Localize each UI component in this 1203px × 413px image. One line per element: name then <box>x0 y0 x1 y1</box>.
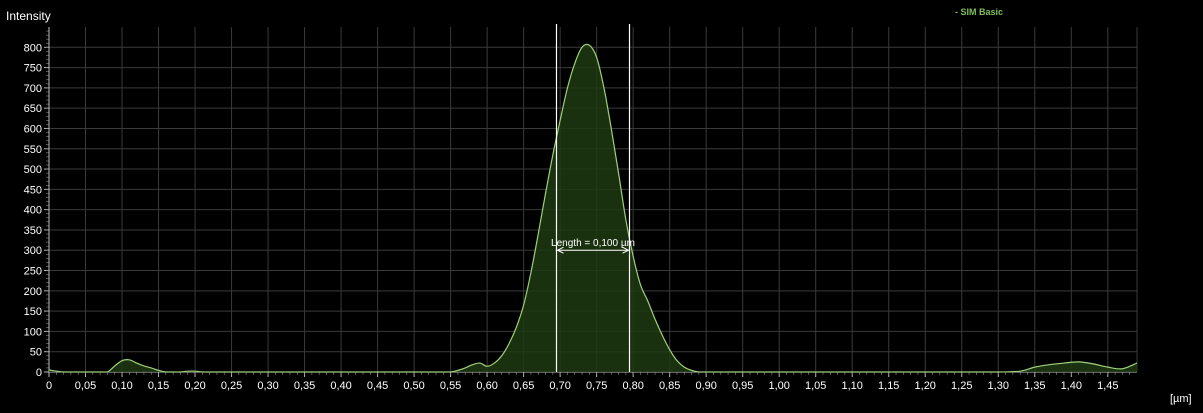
x-tick-label: 0,20 <box>184 380 205 392</box>
x-tick-label: 0,15 <box>148 380 169 392</box>
x-tick-label: 0,40 <box>330 380 351 392</box>
x-tick-label: 0,80 <box>622 380 643 392</box>
x-tick-label: 0,70 <box>549 380 570 392</box>
x-tick-label: 0,90 <box>695 380 716 392</box>
y-tick-label: 300 <box>24 245 42 257</box>
x-tick-label: 0,95 <box>732 380 753 392</box>
profile-chart: Intensity - SIM Basic [µm] 0 0,05 0,10 0,15… <box>0 0 1203 413</box>
plot-area[interactable]: 0 0,05 0,10 0,15 0,20 0,25 0,30 0,35 0,40 0,45 0,5… <box>0 0 1203 413</box>
x-tick-label: 0,60 <box>476 380 497 392</box>
y-tick-label: 150 <box>24 306 42 318</box>
x-tick-label: 0,35 <box>294 380 315 392</box>
y-tick-label: 400 <box>24 205 42 217</box>
x-tick-label: 0,75 <box>586 380 607 392</box>
y-tick-label: 550 <box>24 144 42 156</box>
y-tick-label: 800 <box>24 42 42 54</box>
y-tick-label: 600 <box>24 123 42 135</box>
x-tick-label: 1,10 <box>842 380 863 392</box>
length-annotation-label: Length = 0,100 µm <box>551 238 635 249</box>
x-tick-label: 1,35 <box>1024 380 1045 392</box>
y-tick-label: 250 <box>24 266 42 278</box>
x-tick-label: 0,65 <box>513 380 534 392</box>
x-tick-label: 1,20 <box>915 380 936 392</box>
y-tick-label: 50 <box>30 347 42 359</box>
x-tick-label: 0,45 <box>367 380 388 392</box>
y-tick-label: 100 <box>24 326 42 338</box>
series-area-fill <box>49 44 1137 373</box>
x-tick-label: 0 <box>46 380 52 392</box>
x-tick-label: 0,05 <box>75 380 96 392</box>
y-tick-label: 450 <box>24 184 42 196</box>
x-tick-label: 0,25 <box>221 380 242 392</box>
y-tick-label: 650 <box>24 103 42 115</box>
y-tick-label: 500 <box>24 164 42 176</box>
x-tick-label: 1,25 <box>951 380 972 392</box>
x-tick-label: 0,10 <box>111 380 132 392</box>
y-tick-label: 0 <box>36 367 42 379</box>
x-tick-label: 1,15 <box>878 380 899 392</box>
x-tick-label: 1,40 <box>1061 380 1082 392</box>
y-tick-label: 350 <box>24 225 42 237</box>
x-tick-label: 0,30 <box>257 380 278 392</box>
x-tick-label: 1,45 <box>1097 380 1118 392</box>
y-tick-label: 200 <box>24 286 42 298</box>
x-tick-label: 1,00 <box>768 380 789 392</box>
x-tick-label: 0,55 <box>440 380 461 392</box>
y-tick-label: 750 <box>24 63 42 75</box>
x-tick-label: 1,05 <box>805 380 826 392</box>
x-tick-label: 0,85 <box>659 380 680 392</box>
x-tick-label: 1,30 <box>988 380 1009 392</box>
y-tick-label: 700 <box>24 83 42 95</box>
x-tick-label: 0,50 <box>403 380 424 392</box>
